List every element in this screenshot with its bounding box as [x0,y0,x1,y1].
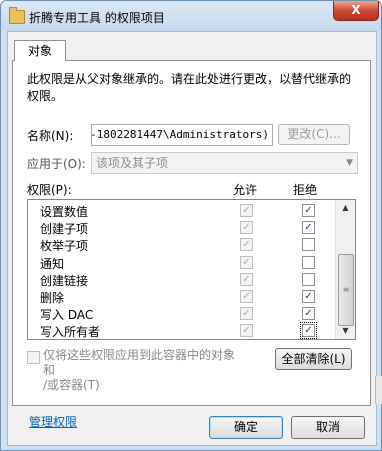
cancel-button[interactable]: 取消 [291,416,365,439]
manage-permissions-link[interactable]: 管理权限 [29,413,77,430]
ok-button[interactable]: 确定 [209,416,283,439]
deny-checkbox[interactable]: ✓ [302,221,315,235]
deny-checkbox[interactable]: ✓ [302,307,315,321]
allow-checkbox[interactable]: ✓ [240,221,253,235]
permission-row[interactable]: 通知 ✓ [28,254,334,271]
chevron-down-icon: ▼ [346,158,353,168]
allow-checkbox[interactable]: ✓ [240,324,253,338]
permission-row[interactable]: 枚举子项 ✓ [28,236,334,253]
apply-to-value: 该项及其子项 [96,156,169,170]
background-window-edge [375,376,382,404]
inheritance-description: 此权限是从父对象继承的。请在此处进行更改，以替代继承的权限。 [27,72,352,103]
permissions-list[interactable]: 设置数值 ✓ ✓ 创建子项 ✓ ✓ 枚举子项 ✓ 通知 ✓ 创建链接 ✓ 删除 ✓ ✓ 写入 DAC ✓ ✓ 写入所… [27,199,356,340]
permission-name: 设置数值 [40,205,89,219]
clear-all-button[interactable]: 全部清除(L) [275,348,352,370]
allow-column-header: 允许 [233,183,258,197]
change-button[interactable]: 更改(C)... [278,124,350,145]
allow-checkbox[interactable]: ✓ [240,272,253,286]
permission-entry-dialog: 折腾专用工具 的权限项目 X 对象 此权限是从父对象继承的。请在此处进行更改，以… [0,0,382,451]
scroll-down-icon[interactable]: ▼ [337,323,354,339]
deny-checkbox[interactable] [302,238,315,252]
allow-checkbox[interactable]: ✓ [240,238,253,252]
apply-only-label: 仅将这些权限应用到此容器中的对象和 /或容器(T) [43,348,243,393]
scroll-up-icon[interactable]: ▲ [337,200,354,216]
deny-checkbox[interactable] [302,255,315,269]
permissions-scrollbar[interactable]: ▲ ≡ ▼ [335,200,355,339]
permission-name: 创建子项 [40,222,89,237]
permission-name: 删除 [40,291,65,305]
deny-checkbox[interactable]: ✓ [302,204,315,217]
permission-name: 写入 DAC [40,308,94,323]
close-button[interactable]: X [333,1,379,21]
permission-row[interactable]: 创建链接 ✓ [28,271,334,288]
permission-row[interactable]: 设置数值 ✓ ✓ [28,202,334,219]
allow-checkbox[interactable]: ✓ [240,290,253,303]
permissions-header: 权限(P): [27,183,72,197]
deny-checkbox[interactable]: ✓ [302,290,315,303]
allow-checkbox[interactable]: ✓ [240,204,253,217]
title-bar[interactable]: 折腾专用工具 的权限项目 X [1,1,381,31]
window-title: 折腾专用工具 的权限项目 [29,11,165,25]
permission-name: 通知 [40,256,65,271]
folder-icon [9,7,25,24]
apply-only-line1: 仅将这些权限应用到此容器中的对象和 [43,348,236,377]
permission-name: 创建链接 [40,273,89,288]
permission-name: 枚举子项 [40,239,89,254]
permission-name: 写入所有者 [40,325,101,340]
apply-only-checkbox[interactable] [27,351,40,364]
tab-object[interactable]: 对象 [14,40,66,61]
deny-checkbox[interactable]: ✓ [300,322,317,339]
allow-checkbox[interactable]: ✓ [240,255,253,269]
name-label: 名称(N): [27,129,74,143]
permission-row[interactable]: 写入所有者 ✓ ✓ [28,322,334,339]
object-name-value: 47-1802281447\Administrators) [91,128,269,141]
object-tab-page: 此权限是从父对象继承的。请在此处进行更改，以替代继承的权限。 名称(N): 47… [12,60,371,429]
scroll-thumb[interactable]: ≡ [338,254,354,326]
permission-row[interactable]: 删除 ✓ ✓ [28,288,334,305]
apply-to-select[interactable]: 该项及其子项 ▼ [91,152,358,174]
permission-row[interactable]: 创建子项 ✓ ✓ [28,219,334,236]
allow-checkbox[interactable]: ✓ [240,307,253,321]
deny-checkbox[interactable] [302,272,315,286]
dialog-client: 对象 此权限是从父对象继承的。请在此处进行更改，以替代继承的权限。 名称(N):… [7,31,377,446]
deny-column-header: 拒绝 [293,183,318,197]
apply-only-line2: /或容器(T) [43,378,100,392]
object-name-field: 47-1802281447\Administrators) [91,124,273,146]
apply-to-label: 应用于(O): [27,157,86,171]
permission-row[interactable]: 写入 DAC ✓ ✓ [28,305,334,322]
